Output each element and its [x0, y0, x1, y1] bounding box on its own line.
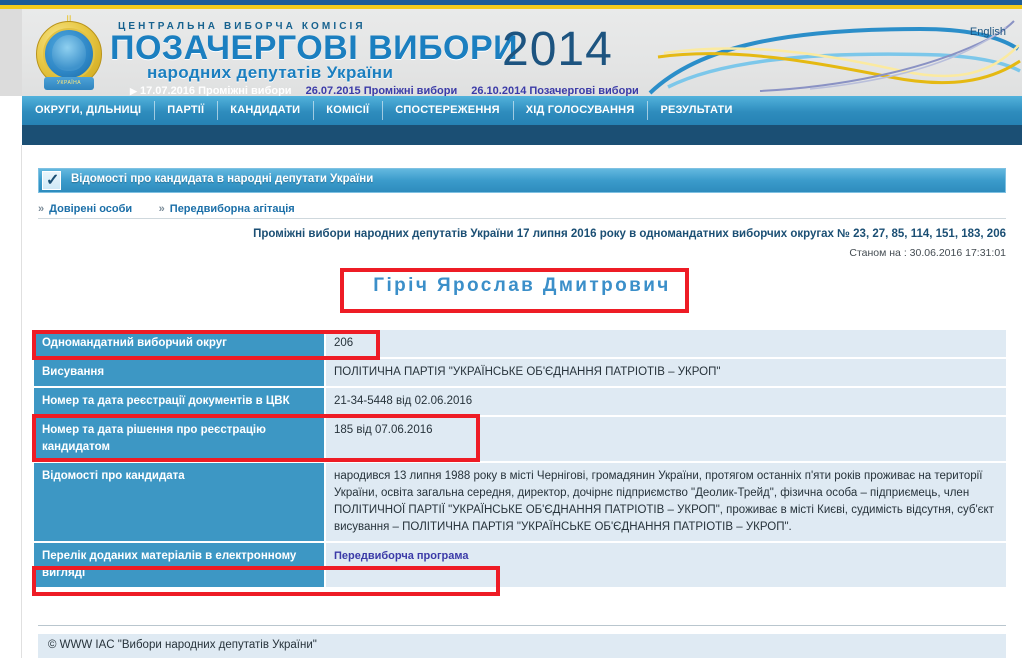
section-title: Відомості про кандидата в народні депута…: [71, 173, 374, 185]
row-value-decision-registration: 185 від 07.06.2016: [324, 417, 1006, 461]
status-timestamp: Станом на : 30.06.2016 17:31:01: [849, 247, 1006, 259]
chevron-right-icon: »: [38, 203, 45, 215]
candidate-name: Гіріч Ярослав Дмитрович: [373, 275, 671, 296]
nav-item-observation[interactable]: СПОСТЕРЕЖЕННЯ: [382, 96, 512, 125]
row-label-doc-registration: Номер та дата реєстрації документів в ЦВ…: [34, 388, 324, 415]
row-label-decision-registration: Номер та дата рішення про реєстрацію кан…: [34, 417, 324, 461]
nav-item-results[interactable]: РЕЗУЛЬТАТИ: [647, 96, 745, 125]
main-navigation: ОКРУГИ, ДІЛЬНИЦІ ПАРТІЇ КАНДИДАТИ КОМІСІ…: [22, 96, 1022, 145]
election-date-links: ▶ 17.07.2016 Проміжні вибори 26.07.2015 …: [130, 85, 639, 96]
nav-item-districts[interactable]: ОКРУГИ, ДІЛЬНИЦІ: [22, 96, 154, 125]
emblem-banner: УКРАЇНА: [44, 77, 94, 90]
header-left-strip: [0, 9, 22, 96]
section-sublinks: » Довірені особи » Передвиборна агітація: [38, 199, 1006, 219]
candidate-details-table: Одномандатний виборчий округ 206 Висуван…: [34, 328, 1006, 589]
nav-item-commissions[interactable]: КОМІСІЇ: [313, 96, 382, 125]
sublink-label-0: Довірені особи: [49, 203, 133, 215]
row-label-district: Одномандатний виборчий округ: [34, 330, 324, 357]
english-language-link[interactable]: English: [970, 26, 1006, 38]
emblem-core: [52, 35, 86, 71]
election-title: Проміжні вибори народних депутатів Украї…: [253, 228, 1006, 240]
table-row: Висування ПОЛІТИЧНА ПАРТІЯ "УКРАЇНСЬКЕ О…: [34, 359, 1006, 386]
site-title-line2: народних депутатів України: [147, 63, 394, 82]
chevron-right-icon: »: [158, 203, 165, 215]
row-value-attached-materials: Передвиборча програма: [324, 543, 1006, 587]
site-header: ╬ УКРАЇНА ЦЕНТРАЛЬНА ВИБОРЧА КОМІСІЯ ПОЗ…: [0, 9, 1022, 96]
checkbox-checked-icon: ✓: [42, 171, 61, 190]
footer-divider: [38, 625, 1006, 626]
row-value-nomination: ПОЛІТИЧНА ПАРТІЯ "УКРАЇНСЬКЕ ОБ'ЄДНАННЯ …: [324, 359, 1006, 386]
table-row: Перелік доданих матеріалів в електронном…: [34, 543, 1006, 587]
nav-item-voting-progress[interactable]: ХІД ГОЛОСУВАННЯ: [512, 96, 648, 125]
section-header: ✓ Відомості про кандидата в народні депу…: [38, 168, 1006, 193]
cec-emblem-logo: ╬ УКРАЇНА: [30, 15, 106, 93]
decorative-swoosh-graphic: [648, 20, 1021, 95]
sublink-label-1: Передвиборна агітація: [169, 203, 295, 215]
date-link-2[interactable]: 26.10.2014 Позачергові вибори: [471, 85, 639, 96]
active-marker-icon: ▶: [130, 86, 137, 96]
nav-item-parties[interactable]: ПАРТІЇ: [154, 96, 217, 125]
nav-tab-list: ОКРУГИ, ДІЛЬНИЦІ ПАРТІЇ КАНДИДАТИ КОМІСІ…: [22, 96, 1022, 125]
sublink-campaigning[interactable]: » Передвиборна агітація: [159, 203, 295, 215]
footer-copyright: © WWW IAC "Вибори народних депутатів Укр…: [38, 634, 1006, 658]
table-row: Номер та дата рішення про реєстрацію кан…: [34, 417, 1006, 461]
row-label-nomination: Висування: [34, 359, 324, 386]
election-program-link[interactable]: Передвиборча програма: [334, 550, 469, 562]
table-row: Відомості про кандидата народився 13 лип…: [34, 463, 1006, 541]
election-year: 2014: [502, 23, 613, 76]
site-title-line1: ПОЗАЧЕРГОВІ ВИБОРИ: [110, 29, 519, 67]
table-row: Номер та дата реєстрації документів в ЦВ…: [34, 388, 1006, 415]
row-label-candidate-info: Відомості про кандидата: [34, 463, 324, 541]
row-value-district: 206: [324, 330, 1006, 357]
nav-bottom-band: [22, 125, 1022, 145]
nav-item-candidates[interactable]: КАНДИДАТИ: [217, 96, 313, 125]
content-left-border: [21, 145, 22, 658]
row-label-attached-materials: Перелік доданих матеріалів в електронном…: [34, 543, 324, 587]
row-value-doc-registration: 21-34-5448 від 02.06.2016: [324, 388, 1006, 415]
row-value-candidate-info: народився 13 липня 1988 року в місті Чер…: [324, 463, 1006, 541]
check-mark-glyph: ✓: [46, 172, 60, 189]
date-link-1[interactable]: 26.07.2015 Проміжні вибори: [306, 85, 458, 96]
table-row: Одномандатний виборчий округ 206: [34, 330, 1006, 357]
page-root: ╬ УКРАЇНА ЦЕНТРАЛЬНА ВИБОРЧА КОМІСІЯ ПОЗ…: [0, 0, 1022, 665]
date-link-0[interactable]: 17.07.2016 Проміжні вибори: [140, 85, 292, 96]
sublink-trusted-persons[interactable]: » Довірені особи: [38, 203, 132, 215]
